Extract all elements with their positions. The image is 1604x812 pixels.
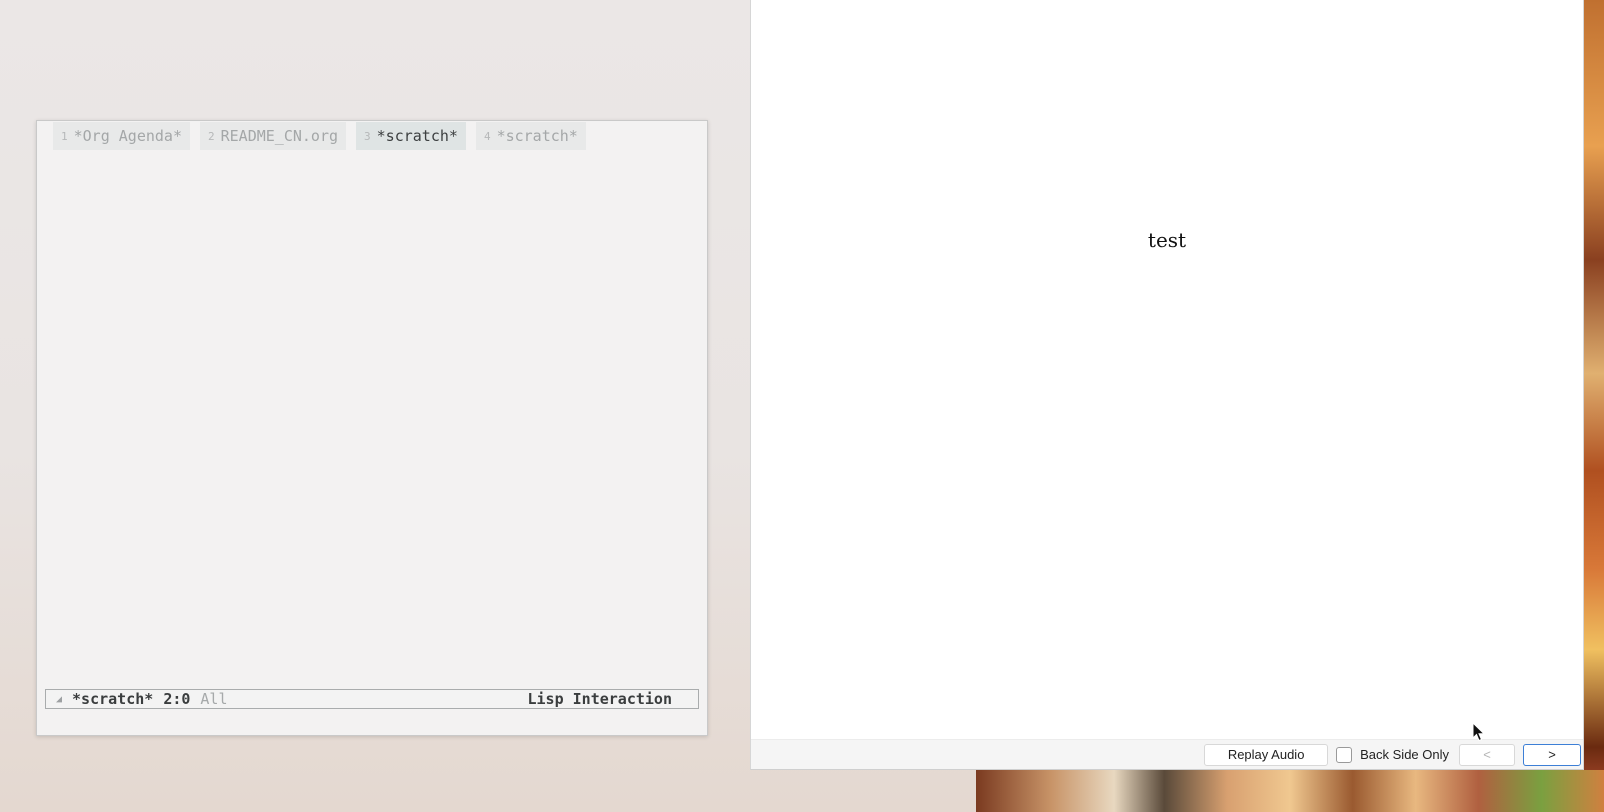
replay-audio-button[interactable]: Replay Audio xyxy=(1204,743,1329,766)
buffer-state-indicator: ◢ xyxy=(56,693,63,705)
wallpaper-artwork-right xyxy=(1584,0,1604,812)
mouse-pointer-icon xyxy=(1472,722,1486,742)
tab-bar: 1 *Org Agenda* 2 README_CN.org 3 *scratc… xyxy=(53,121,586,151)
tab-number: 2 xyxy=(208,129,215,143)
tab-number: 4 xyxy=(483,129,491,143)
mode-line-scope: All xyxy=(200,690,228,708)
back-side-only-label: Back Side Only xyxy=(1360,747,1449,762)
tab-label: *Org Agenda* xyxy=(73,127,182,145)
mode-line-major-mode: Lisp Interaction xyxy=(527,690,673,708)
tab-label: *scratch* xyxy=(376,127,458,145)
card-review-window: test Replay Audio Back Side Only < > xyxy=(750,0,1584,770)
back-side-only-toggle[interactable]: Back Side Only xyxy=(1336,746,1449,763)
editor-buffer[interactable] xyxy=(37,157,707,685)
mode-line-buffer-name: *scratch* xyxy=(72,690,154,708)
emacs-window[interactable]: 1 *Org Agenda* 2 README_CN.org 3 *scratc… xyxy=(36,120,708,736)
wallpaper-artwork-bottom xyxy=(976,770,1604,812)
tab-scratch[interactable]: 4 *scratch* xyxy=(475,122,586,150)
previous-button[interactable]: < xyxy=(1459,743,1515,766)
next-button[interactable]: > xyxy=(1523,743,1581,766)
tab-readme-cn[interactable]: 2 README_CN.org xyxy=(200,122,347,150)
tab-number: 1 xyxy=(61,129,68,143)
mode-line: ◢ *scratch* 2:0 All Lisp Interaction xyxy=(45,689,699,709)
tab-number: 3 xyxy=(364,129,371,143)
card-front-text: test xyxy=(1147,228,1187,252)
tab-label: README_CN.org xyxy=(220,127,339,145)
card-bottom-bar: Replay Audio Back Side Only < > xyxy=(751,739,1583,769)
mode-line-position: 2:0 xyxy=(163,690,191,708)
tab-scratch-active[interactable]: 3 *scratch* xyxy=(356,122,466,150)
tab-org-agenda[interactable]: 1 *Org Agenda* xyxy=(53,122,190,150)
tab-label: *scratch* xyxy=(496,127,578,145)
back-side-only-checkbox[interactable] xyxy=(1336,746,1353,763)
